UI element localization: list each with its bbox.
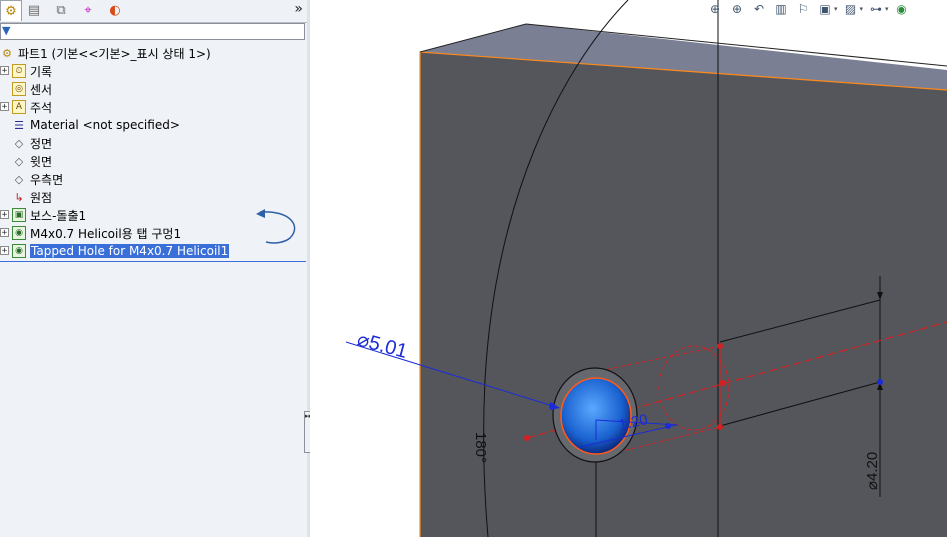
hole-wizard-icon: ◉ xyxy=(12,244,26,258)
dimension-point xyxy=(665,423,671,429)
display-manager-tab[interactable]: ◐ xyxy=(104,0,126,21)
tree-item-label: 센서 xyxy=(30,82,53,97)
dimxpert-manager-tab[interactable]: ⌖ xyxy=(77,0,99,21)
plane-icon: ◇ xyxy=(14,172,24,186)
dynamic-annotation-views-icon[interactable]: ⚐ xyxy=(794,1,812,17)
dimension-point xyxy=(877,379,883,385)
zoom-to-area-icon[interactable]: ⊕ xyxy=(728,1,746,17)
tree-item-label: 주석 xyxy=(30,100,53,115)
tree-item-label: 정면 xyxy=(30,136,53,151)
chevron-down-icon[interactable]: ▾ xyxy=(834,5,838,13)
feature-filter-input[interactable]: ▼ xyxy=(0,23,305,40)
tree-item-label: 윗면 xyxy=(30,154,53,169)
tree-item-label: M4x0.7 Helicoil용 탭 구멍1 xyxy=(30,226,182,241)
sensor-icon: ◎ xyxy=(12,82,26,96)
heads-up-view-toolbar: ⊕ ⊕ ↶ ▥ ⚐ ▣ ▾ ▨ ▾ ⊶ ▾ ◉ xyxy=(706,0,911,18)
expand-toggle[interactable]: + xyxy=(0,246,9,256)
plane-icon: ◇ xyxy=(14,154,24,168)
tree-item-top-plane[interactable]: ◇ 윗면 xyxy=(0,152,52,170)
tree-root-part[interactable]: ⚙ 파트1 (기본<<기본>_표시 상태 1>) xyxy=(0,44,211,62)
feature-manager-tab[interactable]: ⚙ xyxy=(0,0,22,21)
reorder-arrow-icon xyxy=(256,209,296,244)
plane-icon: ◇ xyxy=(14,136,24,150)
hide-show-items-icon[interactable]: ⊶ xyxy=(867,1,885,17)
material-icon: ☰ xyxy=(14,118,24,132)
annotation-icon: A xyxy=(12,100,26,114)
model-canvas[interactable]: ⌀5.01 1.20 180° ⌀4.20 xyxy=(310,0,947,537)
display-style-icon[interactable]: ▨ xyxy=(842,1,860,17)
tree-item-sensors[interactable]: ◎ 센서 xyxy=(0,80,52,98)
tree-item-helicoil-hole-1[interactable]: + ◉ M4x0.7 Helicoil용 탭 구멍1 xyxy=(0,224,181,242)
tree-item-material[interactable]: ☰ Material <not specified> xyxy=(0,116,180,134)
tree-item-label: 보스-돌출1 xyxy=(30,208,87,223)
tree-item-label: 원점 xyxy=(30,190,53,205)
previous-view-icon[interactable]: ↶ xyxy=(750,1,768,17)
sketch-point xyxy=(524,435,530,441)
tree-root-label: 파트1 (기본<<기본>_표시 상태 1>) xyxy=(18,46,211,61)
tree-item-label: 기록 xyxy=(30,64,53,79)
manager-tab-bar: ⚙ ▤ ⧉ ⌖ ◐ » xyxy=(0,0,307,23)
dimension-angle: 180° xyxy=(472,432,489,463)
filter-icon: ▼ xyxy=(2,24,11,37)
tree-item-label: Material <not specified> xyxy=(30,118,180,132)
edit-appearance-icon[interactable]: ◉ xyxy=(893,1,911,17)
property-manager-tab[interactable]: ▤ xyxy=(23,0,45,21)
dimension-diameter-thread: ⌀4.20 xyxy=(864,452,881,490)
tree-item-right-plane[interactable]: ◇ 우측면 xyxy=(0,170,63,188)
view-orientation-icon[interactable]: ▣ xyxy=(816,1,834,17)
chevron-down-icon[interactable]: ▾ xyxy=(860,5,864,13)
hole-wizard-icon: ◉ xyxy=(12,226,26,240)
graphics-viewport[interactable]: ⌀5.01 1.20 180° ⌀4.20 ⊕ ⊕ ↶ ▥ ⚐ ▣ ▾ ▨ ▾ … xyxy=(310,0,947,537)
origin-icon: ↳ xyxy=(14,190,24,204)
part-icon: ⚙ xyxy=(2,46,12,60)
zoom-to-fit-icon[interactable]: ⊕ xyxy=(706,1,724,17)
rollback-bar[interactable] xyxy=(0,261,306,262)
dimension-diameter-hole: ⌀5.01 xyxy=(355,329,410,363)
more-tabs-button[interactable]: » xyxy=(294,1,303,17)
tree-item-label: 우측면 xyxy=(30,172,64,187)
tree-item-history[interactable]: + ⏲ 기록 xyxy=(0,62,300,80)
boss-extrude-icon: ▣ xyxy=(12,208,26,222)
tree-item-label: Tapped Hole for M4x0.7 Helicoil1 xyxy=(30,244,230,258)
sketch-point xyxy=(720,380,726,386)
configuration-manager-tab[interactable]: ⧉ xyxy=(50,0,72,21)
tree-item-front-plane[interactable]: ◇ 정면 xyxy=(0,134,52,152)
sketch-point xyxy=(717,424,723,430)
tree-item-annotations[interactable]: + A 주석 xyxy=(0,98,52,116)
expand-toggle[interactable]: + xyxy=(0,102,9,112)
tree-item-tapped-hole-selected[interactable]: + ◉ Tapped Hole for M4x0.7 Helicoil1 xyxy=(0,242,230,260)
expand-toggle[interactable]: + xyxy=(0,210,9,220)
chevron-down-icon[interactable]: ▾ xyxy=(885,5,889,13)
expand-toggle[interactable]: + xyxy=(0,66,9,76)
tree-item-boss-extrude[interactable]: + ▣ 보스-돌출1 xyxy=(0,206,86,224)
section-view-icon[interactable]: ▥ xyxy=(772,1,790,17)
feature-manager-panel: ⚙ ▤ ⧉ ⌖ ◐ » ▼ ⚙ 파트1 (기본<<기본>_표시 상태 1>) +… xyxy=(0,0,308,537)
sketch-point xyxy=(717,343,723,349)
tree-item-origin[interactable]: ↳ 원점 xyxy=(0,188,52,206)
history-folder-icon: ⏲ xyxy=(12,64,26,78)
expand-toggle[interactable]: + xyxy=(0,228,9,238)
